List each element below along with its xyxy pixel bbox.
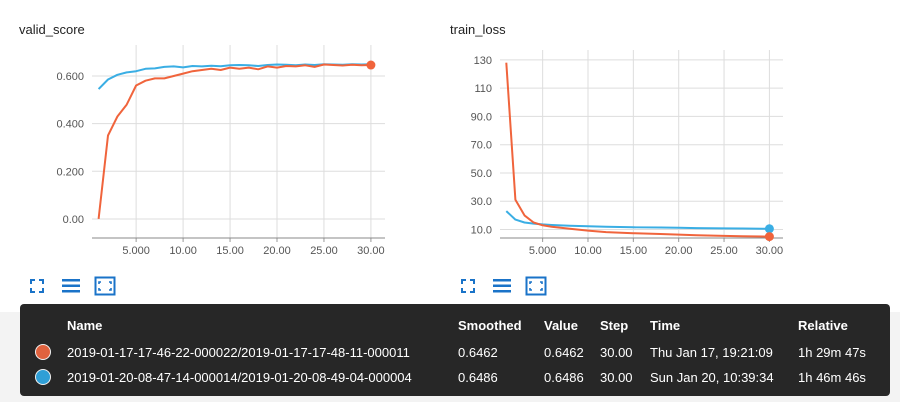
y-tick-label: 0.400 bbox=[56, 119, 84, 131]
time-value: Thu Jan 17, 19:21:09 bbox=[650, 345, 773, 360]
y-tick-label: 50.0 bbox=[471, 168, 492, 180]
relative-value: 1h 46m 46s bbox=[798, 370, 866, 385]
header-value: Value bbox=[544, 318, 578, 333]
y-tick-label: 90.0 bbox=[471, 111, 492, 123]
smoothed-value: 0.6486 bbox=[458, 370, 498, 385]
valid-score-chart[interactable]: 5.000 10.00 15.00 20.00 25.00 30.00 0.00 0.200 0… bbox=[0, 0, 430, 280]
lines-icon[interactable] bbox=[491, 275, 513, 297]
series-tooltip: Name Smoothed Value Step Time Relative 2… bbox=[20, 304, 890, 396]
series-color-swatch bbox=[35, 369, 51, 385]
x-tick-label: 30.00 bbox=[756, 245, 784, 257]
y-tick-label: 110 bbox=[474, 83, 492, 95]
header-relative: Relative bbox=[798, 318, 848, 333]
series-end-marker bbox=[764, 224, 774, 234]
chart-card-train-loss: train_loss 5.000 10.00 15.00 20.00 25.00 30.0… bbox=[430, 0, 900, 312]
train-loss-chart[interactable]: 5.000 10.00 15.00 20.00 25.00 30.00 10.0 30.0 50… bbox=[430, 0, 900, 280]
relative-value: 1h 29m 47s bbox=[798, 345, 866, 360]
y-tick-label: 70.0 bbox=[471, 140, 492, 152]
header-name: Name bbox=[67, 318, 103, 333]
x-tick-label: 5.000 bbox=[122, 245, 150, 257]
fit-domain-icon[interactable] bbox=[525, 275, 547, 297]
y-tick-label: 0.600 bbox=[56, 71, 84, 83]
y-tick-label: 0.00 bbox=[63, 214, 84, 226]
series-end-marker bbox=[764, 232, 774, 242]
y-tick-label: 0.200 bbox=[56, 166, 84, 178]
series-end-marker bbox=[366, 60, 376, 70]
x-tick-label: 30.00 bbox=[357, 245, 385, 257]
x-tick-label: 15.00 bbox=[216, 245, 244, 257]
x-tick-label: 10.00 bbox=[169, 245, 197, 257]
step-value: 30.00 bbox=[600, 345, 633, 360]
fit-domain-icon[interactable] bbox=[94, 275, 116, 297]
series-line bbox=[505, 62, 770, 238]
series-line bbox=[97, 63, 371, 220]
x-tick-label: 15.00 bbox=[620, 245, 648, 257]
x-tick-label: 10.00 bbox=[574, 245, 602, 257]
expand-icon[interactable] bbox=[457, 275, 479, 297]
raw-value: 0.6462 bbox=[544, 345, 584, 360]
lines-icon[interactable] bbox=[60, 275, 82, 297]
step-value: 30.00 bbox=[600, 370, 633, 385]
time-value: Sun Jan 20, 10:39:34 bbox=[650, 370, 774, 385]
x-tick-label: 25.00 bbox=[710, 245, 738, 257]
x-tick-label: 25.00 bbox=[310, 245, 338, 257]
x-tick-label: 20.00 bbox=[665, 245, 693, 257]
expand-icon[interactable] bbox=[26, 275, 48, 297]
series-color-swatch bbox=[35, 344, 51, 360]
chart-controls bbox=[26, 275, 116, 297]
header-smoothed: Smoothed bbox=[458, 318, 522, 333]
run-name: 2019-01-17-17-46-22-000022/2019-01-17-17… bbox=[67, 345, 410, 360]
y-tick-label: 10.0 bbox=[471, 225, 492, 237]
chart-card-valid-score: valid_score 5.000 10.00 15.00 20.00 25.00 30.… bbox=[0, 0, 430, 312]
header-time: Time bbox=[650, 318, 681, 333]
smoothed-value: 0.6462 bbox=[458, 345, 498, 360]
y-tick-label: 30.0 bbox=[471, 196, 492, 208]
y-tick-label: 130 bbox=[474, 55, 492, 67]
header-step: Step bbox=[600, 318, 629, 333]
run-name: 2019-01-20-08-47-14-000014/2019-01-20-08… bbox=[67, 370, 412, 385]
x-tick-label: 20.00 bbox=[263, 245, 291, 257]
raw-value: 0.6486 bbox=[544, 370, 584, 385]
chart-controls bbox=[457, 275, 547, 297]
x-tick-label: 5.000 bbox=[529, 245, 557, 257]
